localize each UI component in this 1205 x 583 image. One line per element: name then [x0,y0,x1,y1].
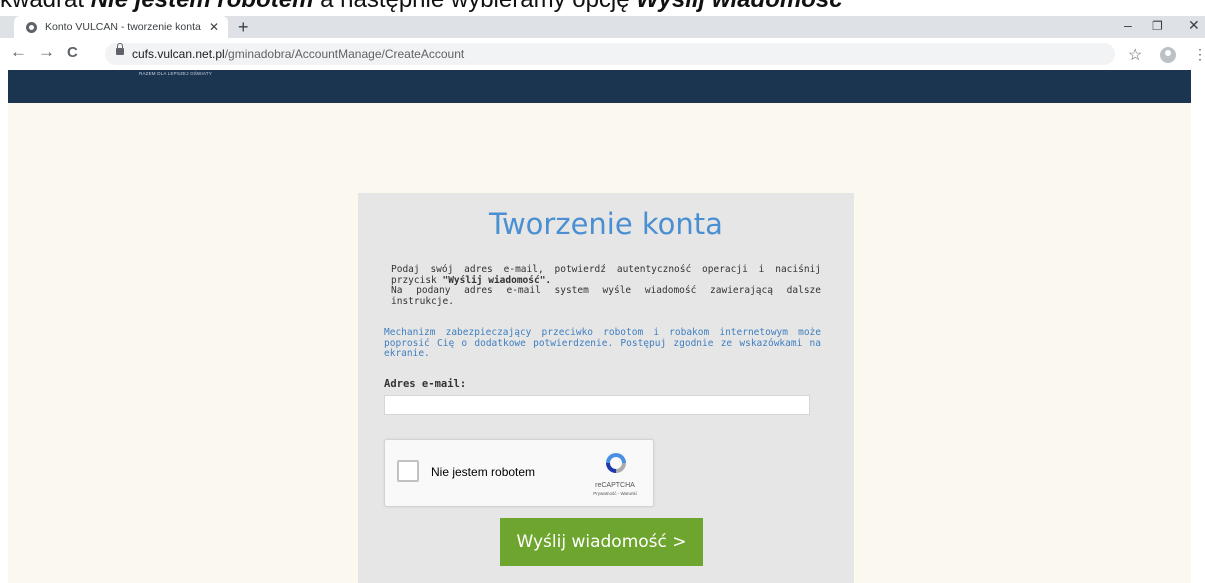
caption-text-start: kwadrat [0,0,91,13]
reload-button[interactable]: C [67,44,78,61]
page-title: Tworzenie konta [489,207,723,241]
site-banner: RAZEM DLA LEPSZEJ OŚWIATY [8,70,1191,103]
create-account-panel: Tworzenie konta Podaj swój adres e-mail,… [358,193,854,583]
recaptcha-logo-icon [606,453,626,473]
recaptcha-brand: reCAPTCHA [595,482,635,489]
recaptcha-widget: Nie jestem robotem reCAPTCHA Prywatność … [384,439,654,507]
lock-icon [116,43,124,55]
profile-icon[interactable] [1160,47,1176,63]
address-url[interactable]: cufs.vulcan.net.pl/gminadobra/AccountMan… [132,47,464,61]
star-icon[interactable]: ☆ [1128,45,1142,65]
email-label: Adres e-mail: [384,378,467,390]
tab-close-button[interactable]: ✕ [209,20,219,34]
tab-strip: Konto VULCAN - tworzenie konta ✕ + – ❐ ✕ [0,16,1205,38]
new-tab-button[interactable]: + [238,17,249,38]
instructions-bold: "Wyślij wiadomość". [442,274,552,286]
site-slogan: RAZEM DLA LEPSZEJ OŚWIATY [139,71,212,76]
instructions-text: Podaj swój adres e-mail, potwierdź auten… [391,264,821,307]
url-host: cufs.vulcan.net.pl [132,47,225,61]
caption-bold-robot: Nie jestem robotem [91,0,314,13]
menu-icon[interactable]: ⋮ [1193,46,1205,63]
browser-toolbar: ← → C cufs.vulcan.net.pl/gminadobra/Acco… [0,38,1205,70]
browser-tab[interactable]: Konto VULCAN - tworzenie konta ✕ [14,16,228,38]
forward-button[interactable]: → [38,42,55,62]
recaptcha-checkbox[interactable] [397,460,419,482]
caption-text-middle: a następnie wybieramy opcję [313,0,636,13]
globe-icon [26,21,37,33]
security-notice: Mechanizm zabezpieczający przeciwko robo… [384,327,821,359]
send-message-button[interactable]: Wyślij wiadomość > [500,518,703,566]
email-field[interactable] [384,395,810,415]
recaptcha-label: Nie jestem robotem [431,465,536,479]
caption-bold-send: Wyślij wiadomość [636,0,842,13]
url-path: /gminadobra/AccountManage/CreateAccount [224,47,465,61]
instructions-line2: Na podany adres e-mail system wyśle wiad… [391,285,821,307]
restore-button[interactable]: ❐ [1152,19,1163,33]
instruction-caption: kwadrat Nie jestem robotem a następnie w… [0,0,1205,16]
back-button[interactable]: ← [10,42,27,62]
minimize-button[interactable]: – [1124,17,1132,33]
window-close-button[interactable]: ✕ [1188,17,1200,34]
recaptcha-links[interactable]: Prywatność - Warunki [581,491,649,496]
page-margin [1191,70,1205,583]
tab-title: Konto VULCAN - tworzenie konta [45,21,201,33]
